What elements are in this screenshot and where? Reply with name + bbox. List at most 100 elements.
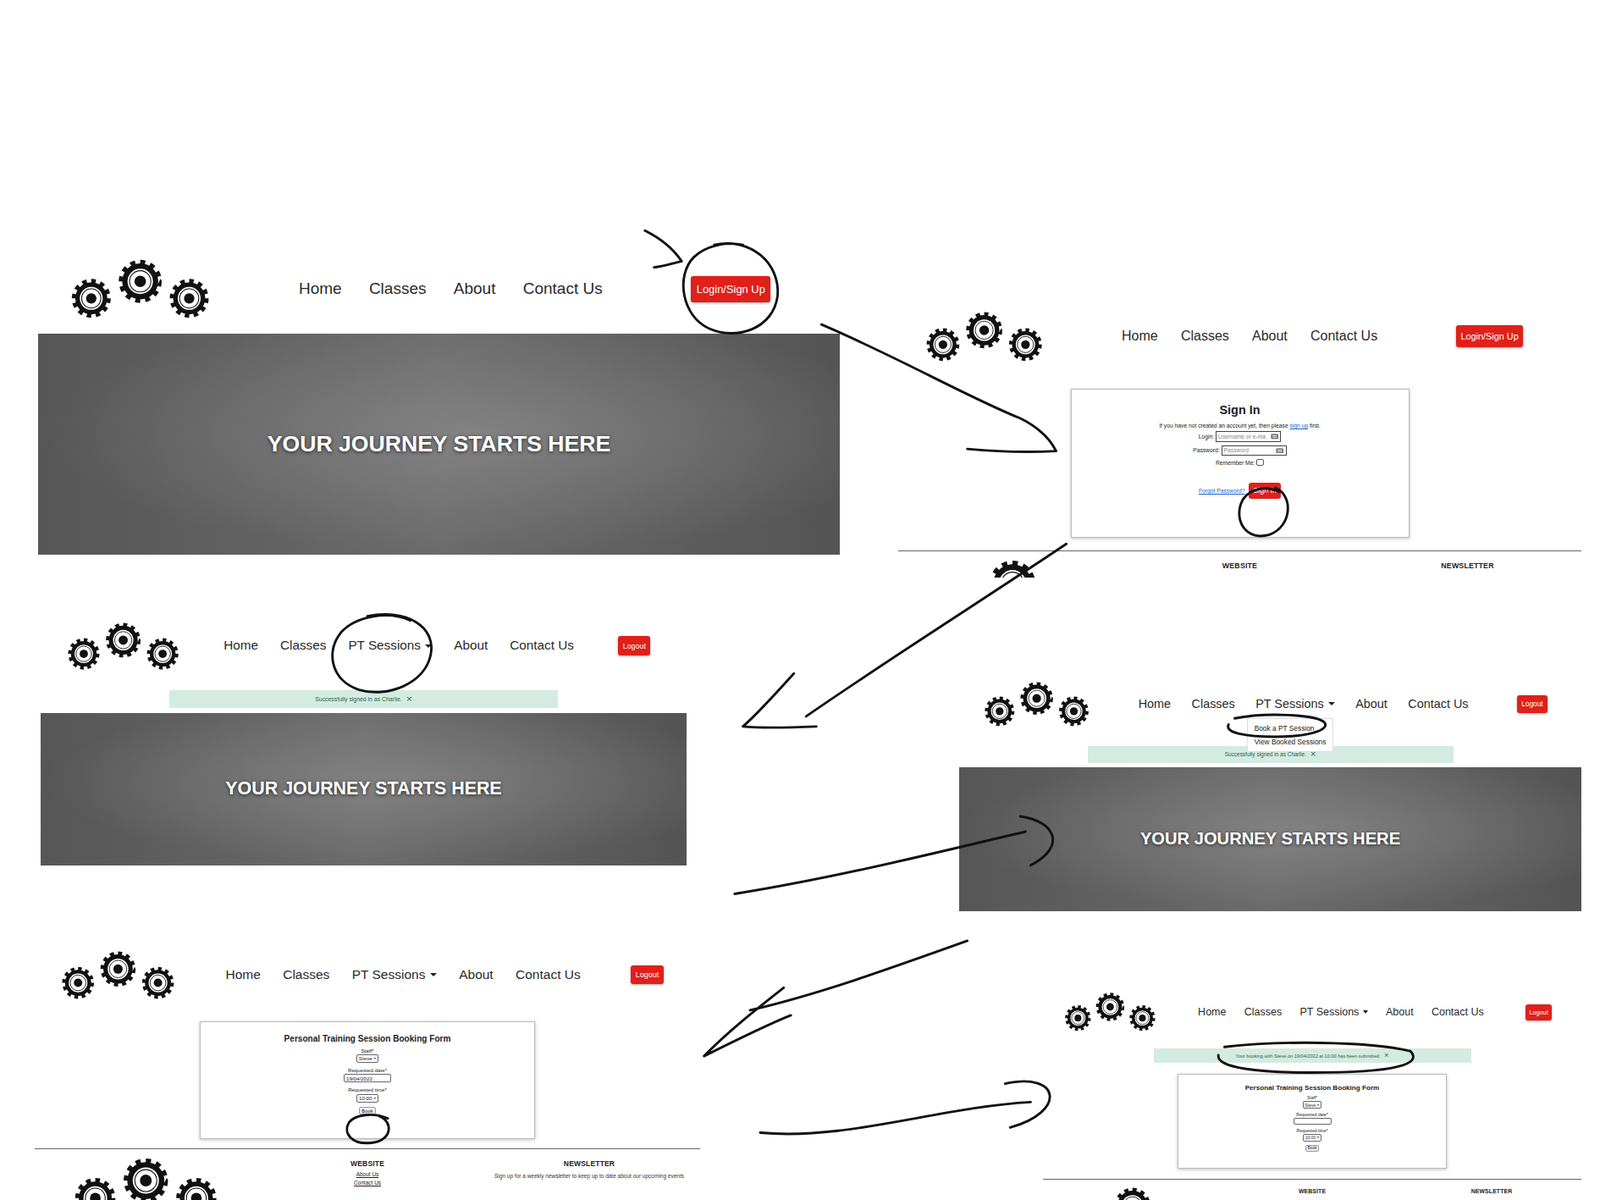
- nav-label[interactable]: About: [458, 966, 494, 983]
- nav-item[interactable]: Classes: [1244, 1005, 1282, 1019]
- nav-item[interactable]: Contact Us: [523, 279, 603, 299]
- select-field[interactable]: Steve: [1302, 1100, 1322, 1109]
- auth-button[interactable]: Logout: [617, 635, 651, 655]
- nav-label[interactable]: Contact Us: [1431, 1005, 1485, 1019]
- nav-label[interactable]: Home: [298, 279, 343, 299]
- nav-item[interactable]: Contact Us: [509, 637, 574, 653]
- caret-icon[interactable]: [424, 644, 432, 648]
- nav-item[interactable]: Classes: [282, 966, 330, 983]
- nav-label[interactable]: Contact Us: [523, 279, 603, 299]
- gears-logo-icon[interactable]: [983, 680, 1090, 728]
- nav-item[interactable]: PT Sessions: [1299, 1005, 1368, 1019]
- nav-label[interactable]: Home: [223, 637, 259, 653]
- nav-item[interactable]: PT Sessions: [347, 637, 432, 653]
- auth-button[interactable]: Login/Sign Up: [1456, 325, 1523, 347]
- nav-item[interactable]: Classes: [280, 637, 326, 653]
- nav-item[interactable]: Classes: [1191, 696, 1236, 712]
- nav-item[interactable]: About: [1252, 327, 1288, 344]
- auth-button[interactable]: Logout: [630, 965, 663, 985]
- nav-label[interactable]: PT Sessions: [347, 637, 421, 653]
- nav-item[interactable]: Contact Us: [1310, 327, 1378, 344]
- screen: Home Classes PT Sessions About Contact U…: [40, 615, 687, 868]
- nav-label[interactable]: Home: [1138, 696, 1171, 712]
- nav-label[interactable]: Classes: [282, 966, 330, 983]
- circle-mark-icon: [332, 613, 432, 692]
- password-manager-icon[interactable]: [1275, 447, 1284, 454]
- nav-label[interactable]: PT Sessions: [1299, 1005, 1359, 1019]
- auth-button[interactable]: Login/Sign Up: [690, 275, 771, 303]
- book-button[interactable]: Book: [1305, 1144, 1320, 1152]
- nav-label[interactable]: Home: [225, 966, 260, 983]
- nav-label[interactable]: Home: [1197, 1005, 1226, 1019]
- forgot-password-link[interactable]: Forgot Password?: [1198, 487, 1246, 494]
- nav-label[interactable]: Classes: [1191, 696, 1236, 712]
- auth-button[interactable]: Logout: [1525, 1004, 1552, 1021]
- gears-logo-icon[interactable]: [1064, 991, 1157, 1032]
- caret-icon[interactable]: [430, 972, 437, 977]
- text-field[interactable]: [1293, 1117, 1332, 1125]
- sign-up-link[interactable]: sign up: [1290, 422, 1309, 429]
- nav-item[interactable]: About: [458, 966, 494, 983]
- nav-label[interactable]: About: [1355, 696, 1388, 712]
- nav-label[interactable]: Classes: [1244, 1005, 1282, 1019]
- gears-logo-icon[interactable]: [60, 949, 176, 1000]
- nav-label[interactable]: Contact Us: [1310, 327, 1378, 344]
- nav-label[interactable]: Contact Us: [1407, 696, 1468, 712]
- nav-item[interactable]: PT Sessions: [352, 966, 437, 983]
- select-field[interactable]: 10:00: [1302, 1133, 1322, 1142]
- text-field[interactable]: 19/04/2022: [343, 1073, 392, 1082]
- text-field[interactable]: Password: [1221, 445, 1287, 457]
- nav-label[interactable]: Classes: [369, 279, 427, 299]
- menu-item[interactable]: View Booked Sessions: [1247, 734, 1333, 750]
- close-icon[interactable]: ×: [406, 694, 413, 704]
- caret-icon[interactable]: [1362, 1009, 1369, 1014]
- nav-label[interactable]: About: [1385, 1005, 1414, 1019]
- nav-item[interactable]: Classes: [369, 279, 427, 299]
- nav-item[interactable]: Home: [223, 637, 259, 653]
- gears-logo-icon[interactable]: [66, 621, 180, 671]
- close-icon[interactable]: ×: [1384, 1051, 1389, 1060]
- nav-label[interactable]: Contact Us: [515, 966, 581, 983]
- select-field[interactable]: 10:00: [356, 1093, 379, 1103]
- gears-logo-icon[interactable]: [70, 258, 210, 320]
- hero-banner: YOUR JOURNEY STARTS HERE: [959, 766, 1582, 911]
- nav-item[interactable]: Home: [1197, 1005, 1226, 1019]
- nav-item[interactable]: Contact Us: [1431, 1005, 1485, 1019]
- gears-logo-icon[interactable]: [925, 310, 1043, 363]
- nav-label[interactable]: Classes: [280, 637, 326, 653]
- booking-form-card: Personal Training Session Booking Form S…: [1177, 1073, 1448, 1170]
- nav-item[interactable]: PT Sessions Book a PT SessionView Booked…: [1255, 696, 1336, 712]
- nav-item[interactable]: About: [1355, 696, 1388, 712]
- nav-label[interactable]: PT Sessions: [352, 966, 426, 983]
- nav-item[interactable]: Home: [298, 279, 343, 299]
- book-button[interactable]: Book: [358, 1106, 376, 1115]
- nav-label[interactable]: About: [453, 637, 488, 653]
- sign-in-button[interactable]: Sign In: [1248, 482, 1281, 500]
- nav-item[interactable]: Home: [225, 966, 260, 983]
- menu-item[interactable]: Book a PT Session: [1247, 720, 1333, 735]
- hand-drawn-annotations: [0, 0, 1600, 1200]
- nav-label[interactable]: Home: [1121, 327, 1159, 344]
- password-manager-icon[interactable]: [1270, 433, 1279, 440]
- nav-label[interactable]: About: [1252, 327, 1288, 344]
- nav-label[interactable]: Contact Us: [509, 637, 574, 653]
- footer-link[interactable]: About Us: [356, 1170, 380, 1177]
- footer-link[interactable]: Contact Us: [353, 1179, 381, 1186]
- nav-label[interactable]: PT Sessions: [1255, 696, 1325, 712]
- nav-label[interactable]: Classes: [1180, 327, 1230, 344]
- caret-icon[interactable]: [1328, 701, 1336, 706]
- nav-label[interactable]: About: [453, 279, 497, 299]
- nav-item[interactable]: Contact Us: [1407, 696, 1468, 712]
- alert: Your booking with Steve on 19/04/2022 at…: [1153, 1048, 1472, 1064]
- nav-item[interactable]: About: [1385, 1005, 1414, 1019]
- nav-item[interactable]: Home: [1121, 327, 1159, 344]
- auth-button[interactable]: Logout: [1517, 695, 1548, 714]
- text-field[interactable]: Username or e-ma: [1215, 430, 1281, 442]
- select-field[interactable]: Steve: [356, 1053, 379, 1063]
- checkbox[interactable]: [1256, 458, 1264, 467]
- nav-item[interactable]: About: [453, 637, 488, 653]
- nav-item[interactable]: Classes: [1180, 327, 1230, 344]
- nav-item[interactable]: About: [453, 279, 497, 299]
- nav-item[interactable]: Contact Us: [515, 966, 581, 983]
- nav-item[interactable]: Home: [1138, 696, 1171, 712]
